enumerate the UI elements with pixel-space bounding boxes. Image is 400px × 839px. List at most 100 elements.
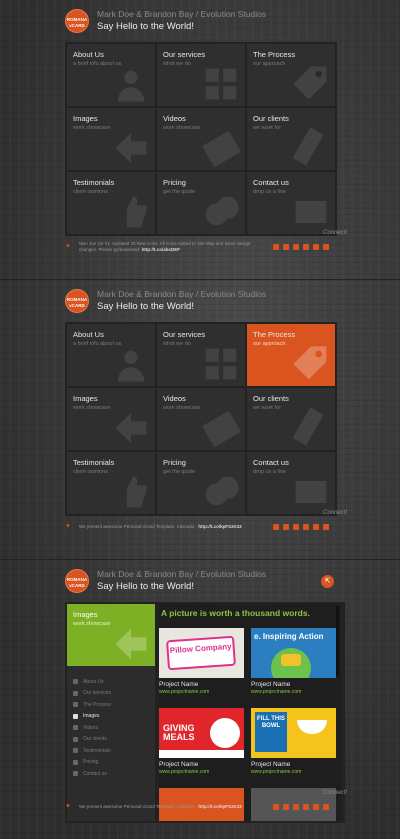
project-card[interactable]: e. Inspiring Action Project Name www.pro… — [251, 628, 336, 695]
nav-testimonials[interactable]: Testimonials — [73, 745, 153, 757]
coins-icon — [205, 196, 239, 226]
rss-icon[interactable] — [273, 524, 279, 530]
rss-icon[interactable] — [273, 244, 279, 250]
tile-pricing[interactable]: Pricing get the quote — [157, 172, 245, 234]
twitter-icon[interactable] — [293, 804, 299, 810]
nav-videos[interactable]: Videos — [73, 722, 153, 734]
tile-testimonials[interactable]: Testimonials client opinions — [67, 452, 155, 514]
project-thumbnail[interactable]: e. Inspiring Action — [251, 628, 336, 678]
film-icon — [73, 725, 78, 731]
logo[interactable]: ROMANA vCARD — [65, 289, 89, 313]
twitter-bird-icon: ✦ — [65, 523, 71, 530]
section-home: ROMANA vCARD Mark Doe & Brandon Bay / Evo… — [0, 0, 400, 279]
header-hello: Say Hello to the World! — [97, 581, 194, 592]
tag-icon — [73, 702, 78, 708]
xing-icon[interactable] — [323, 524, 329, 530]
menu-grid: About Us a brief info about us Our servic… — [65, 322, 337, 516]
images-tile[interactable]: Images work showcase — [67, 604, 155, 666]
tile-pricing[interactable]: Pricing get the quote — [157, 452, 245, 514]
xing-icon[interactable] — [323, 244, 329, 250]
nav-clients[interactable]: Our clients — [73, 734, 153, 746]
logo[interactable]: ROMANA vCARD — [65, 569, 89, 593]
footer: ✦ Mon Jun 1st #1: Updated 20 New icons. … — [65, 230, 347, 264]
tweet-link[interactable]: http://t.co/abcDEF — [142, 247, 181, 252]
tile-contact[interactable]: Contact us drop us a line — [247, 172, 335, 234]
nav-process[interactable]: The Process — [73, 699, 153, 711]
logo[interactable]: ROMANA vCARD — [65, 9, 89, 33]
nav-contact[interactable]: Contact us — [73, 768, 153, 780]
project-card[interactable]: FILL THIS BOWL Project Name www.projectn… — [251, 708, 336, 775]
section-hover: ROMANA vCARD Mark Doe & Brandon Bay / Evo… — [0, 280, 400, 559]
scrollbar[interactable] — [336, 606, 339, 676]
social-icons — [273, 524, 329, 530]
latest-tweet: Mon Jun 1st #1: Updated 20 New icons. Al… — [79, 241, 251, 252]
image-icon — [73, 713, 78, 719]
footer: ✦ We present awesome Personal vCard Temp… — [65, 510, 347, 544]
images-panel: Images work showcase About Us Our servic… — [65, 602, 345, 823]
grid-icon[interactable] — [313, 804, 319, 810]
thumb-icon — [73, 748, 78, 754]
latest-tweet: We present awesome Personal vCard Templa… — [79, 804, 242, 809]
tile-process[interactable]: The Process our approach — [247, 324, 335, 386]
project-thumbnail[interactable]: FILL THIS BOWL — [251, 708, 336, 758]
film-icon — [202, 130, 241, 168]
grid-icon[interactable] — [313, 244, 319, 250]
tile-clients[interactable]: Our clients we work for — [247, 108, 335, 170]
connect-label: Connect! — [322, 510, 347, 516]
project-thumbnail[interactable]: Pillow Company — [159, 628, 244, 678]
project-thumbnail[interactable]: GIVING MEALS — [159, 708, 244, 758]
mail-icon — [73, 771, 78, 777]
header-names: Mark Doe & Brandon Bay / Evolution Studi… — [97, 569, 267, 579]
tile-videos[interactable]: Videos work showcase — [157, 388, 245, 450]
tile-services[interactable]: Our services what we do — [157, 44, 245, 106]
xing-icon[interactable] — [323, 804, 329, 810]
nav-services[interactable]: Our services — [73, 688, 153, 700]
thumb-icon — [117, 476, 147, 508]
project-card[interactable]: GIVING MEALS Project Name www.projectnam… — [159, 708, 244, 775]
tile-about[interactable]: About Us a brief info about us — [67, 44, 155, 106]
image-icon — [115, 132, 147, 164]
connect-label: Connect! — [322, 790, 347, 796]
images-content: A picture is worth a thousand words. Pil… — [159, 604, 341, 821]
tile-contact[interactable]: Contact us drop us a line — [247, 452, 335, 514]
tag-icon — [293, 346, 327, 380]
facebook-icon[interactable] — [283, 804, 289, 810]
nav-about[interactable]: About Us — [73, 676, 153, 688]
tweet-link[interactable]: http://t.co/kpFSzK33 — [198, 804, 241, 809]
images-heading: A picture is worth a thousand words. — [161, 608, 310, 618]
tile-images[interactable]: Images work showcase — [67, 108, 155, 170]
tile-clients[interactable]: Our clients we work for — [247, 388, 335, 450]
nav-pricing[interactable]: Pricing — [73, 757, 153, 769]
clients-icon — [292, 407, 324, 446]
facebook-icon[interactable] — [283, 244, 289, 250]
tile-images[interactable]: Images work showcase — [67, 388, 155, 450]
grid-icon[interactable] — [313, 524, 319, 530]
tile-about[interactable]: About Us a brief info about us — [67, 324, 155, 386]
coins-icon — [73, 759, 78, 765]
project-card[interactable]: Pillow Company Project Name www.projectn… — [159, 628, 244, 695]
linkedin-icon[interactable] — [303, 804, 309, 810]
rss-icon[interactable] — [273, 804, 279, 810]
coins-icon — [205, 476, 239, 506]
nav-images[interactable]: Images — [73, 711, 153, 723]
twitter-icon[interactable] — [293, 244, 299, 250]
twitter-icon[interactable] — [293, 524, 299, 530]
twitter-bird-icon: ✦ — [65, 803, 71, 810]
mail-icon — [295, 481, 327, 503]
mail-icon — [295, 201, 327, 223]
tile-videos[interactable]: Videos work showcase — [157, 108, 245, 170]
person-icon — [117, 350, 145, 382]
header-hello: Say Hello to the World! — [97, 301, 194, 312]
linkedin-icon[interactable] — [303, 524, 309, 530]
tag-icon — [293, 66, 327, 100]
footer: ✦ We present awesome Personal vCard Temp… — [65, 790, 347, 824]
tile-services[interactable]: Our services what we do — [157, 324, 245, 386]
tile-process[interactable]: The Process our approach — [247, 44, 335, 106]
share-button[interactable]: ⇱ — [321, 575, 334, 588]
facebook-icon[interactable] — [283, 524, 289, 530]
tweet-link[interactable]: http://t.co/kpFSzK33 — [198, 524, 241, 529]
tile-testimonials[interactable]: Testimonials client opinions — [67, 172, 155, 234]
linkedin-icon[interactable] — [303, 244, 309, 250]
header-names: Mark Doe & Brandon Bay / Evolution Studi… — [97, 9, 267, 19]
header: ROMANA vCARD Mark Doe & Brandon Bay / Evo… — [65, 289, 365, 319]
